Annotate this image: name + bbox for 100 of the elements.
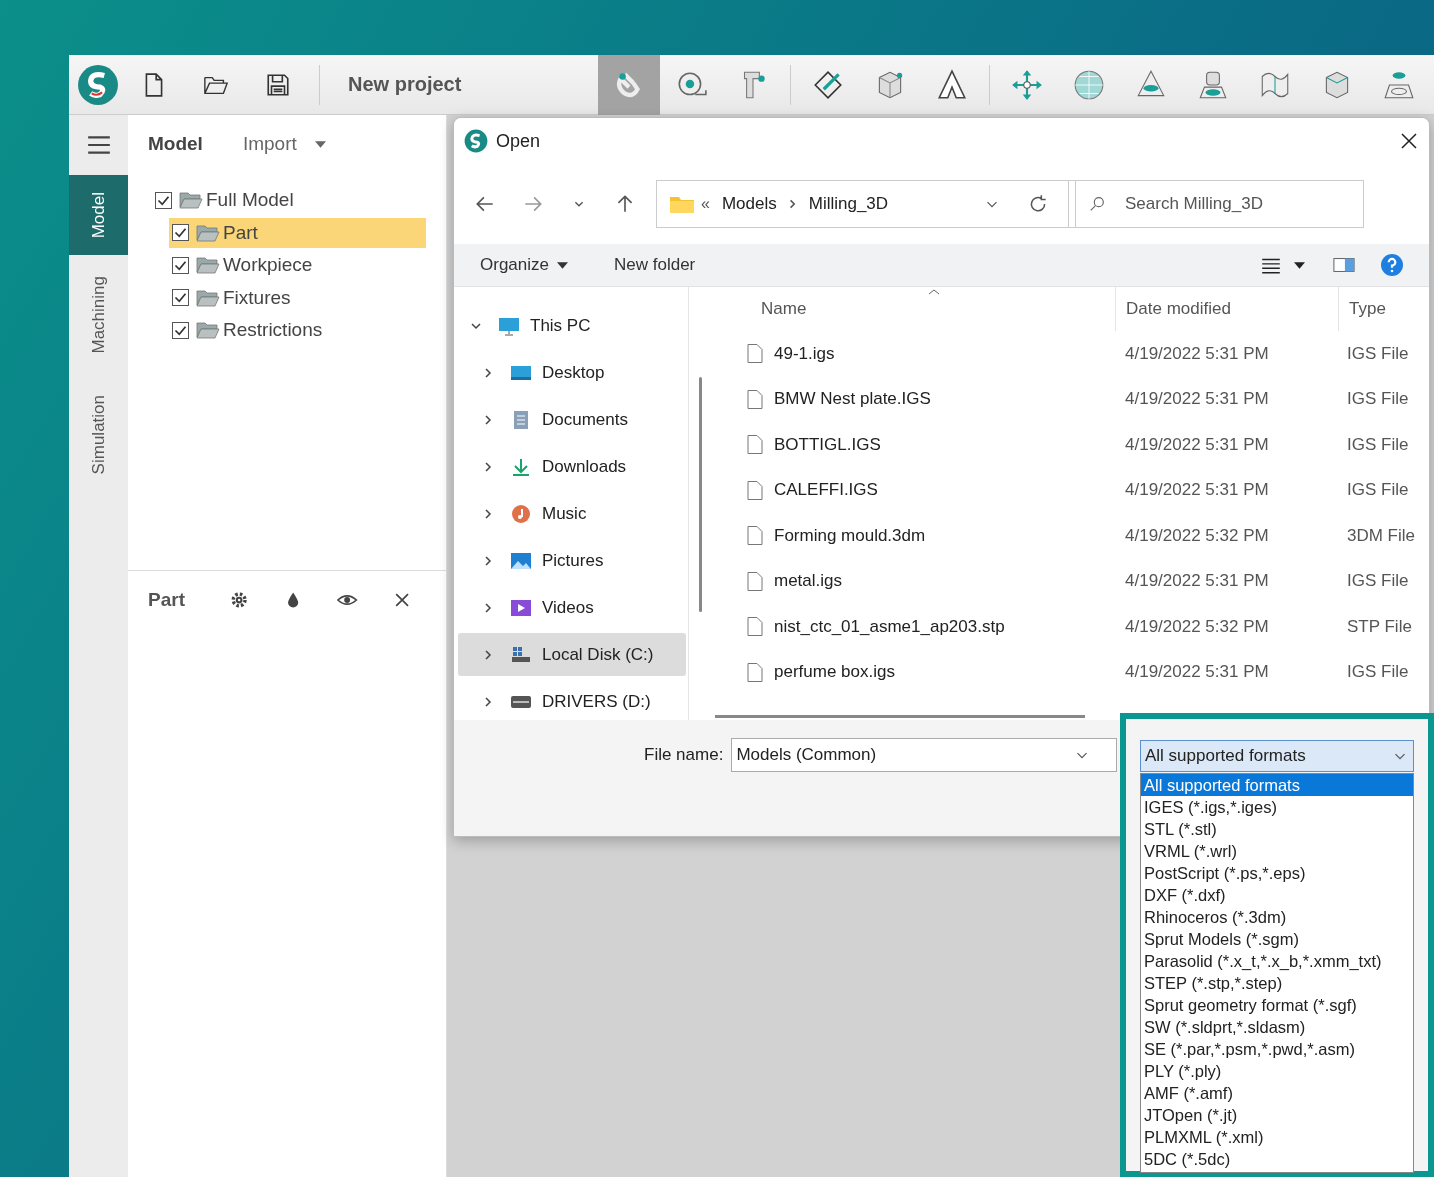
breadcrumb-item[interactable]: Models [721,194,777,214]
chevron-right-icon[interactable] [482,366,494,379]
nav-item[interactable]: Videos [458,586,686,629]
file-name[interactable]: nist_ctc_01_asme1_ap203.stp [774,616,1005,637]
side-tab[interactable]: Model [69,175,128,255]
chevron-right-icon[interactable] [482,695,494,708]
panel-tab[interactable]: Model [148,133,203,155]
scrollbar[interactable] [699,377,702,612]
nav-item[interactable]: Pictures [458,539,686,582]
checkbox[interactable] [172,224,189,241]
folder-icon [196,256,220,274]
file-icon [747,570,763,592]
format-option[interactable]: VRML (*.wrl) [1141,840,1413,862]
format-option[interactable]: SW (*.sldprt,*.sldasm) [1141,1016,1413,1038]
dropdown-caret-icon[interactable] [1294,261,1305,269]
checkbox[interactable] [172,321,189,339]
file-name[interactable]: perfume box.igs [774,662,895,683]
checkbox[interactable] [155,191,172,209]
format-option[interactable]: AMF (*.amf) [1141,1082,1413,1104]
project-title: New project [348,73,463,96]
format-option[interactable]: PLY (*.ply) [1141,1060,1413,1082]
file-type: IGS File [1346,343,1410,364]
format-option[interactable]: PLMXML (*.xml) [1141,1126,1413,1148]
breadcrumb-item[interactable]: Milling_3D [808,194,889,214]
help-icon[interactable] [1381,254,1403,276]
format-option[interactable]: Sprut Models (*.sgm) [1141,928,1413,950]
file-name-label: File name: [644,745,724,765]
nav-item[interactable]: Local Disk (C:) [458,633,686,676]
format-option[interactable]: Rhinoceros (*.3dm) [1141,906,1413,928]
file-date: 4/19/2022 5:31 PM [1124,343,1270,364]
scrollbar[interactable] [715,715,1085,718]
format-option[interactable]: STL (*.stl) [1141,818,1413,840]
command-button[interactable]: Organize [480,255,568,275]
file-date: 4/19/2022 5:31 PM [1124,571,1270,592]
format-option[interactable]: SE (*.par,*.psm,*.pwd,*.asm) [1141,1038,1413,1060]
overflow-chevron[interactable]: « [701,195,710,213]
sort-caret-icon [928,289,940,295]
caret-icon [557,261,568,269]
tree-item[interactable]: Restrictions [169,315,446,345]
tree-item[interactable]: Fixtures [169,282,446,313]
tree-item[interactable]: Workpiece [169,250,446,280]
close-icon[interactable] [1399,131,1419,151]
file-icon [747,343,763,365]
logo-icon [77,63,119,106]
column-header[interactable]: Type [1338,287,1429,331]
format-option[interactable]: STEP (*.stp,*.step) [1141,972,1413,994]
file-type: IGS File [1346,389,1410,410]
chevron-right-icon[interactable] [482,648,494,661]
file-name[interactable]: BOTTIGL.IGS [774,434,881,455]
side-tab[interactable]: Simulation [69,375,128,495]
side-tab[interactable]: Machining [69,255,128,375]
file-date: 4/19/2022 5:31 PM [1124,662,1270,683]
address-bar[interactable]: « Models Milling_3D [656,180,1076,228]
downloads-icon [510,456,532,477]
nav-item[interactable]: Desktop [458,351,686,394]
nav-item[interactable]: Documents [458,398,686,441]
format-option[interactable]: Parasolid (*.x_t,*.x_b,*.xmm_txt) [1141,950,1413,972]
format-option[interactable]: All supported formats [1141,774,1413,796]
file-date: 4/19/2022 5:31 PM [1124,389,1270,410]
chevron-right-icon[interactable] [482,413,494,426]
folder-icon [669,194,695,214]
save-icon[interactable] [265,71,291,98]
panel-tab[interactable]: Import [242,133,297,155]
tree-item[interactable]: Full Model [152,185,446,215]
disk-icon [510,644,532,665]
file-type: 3DM File [1346,525,1416,546]
column-header[interactable]: Date modified [1115,287,1338,331]
tree-item[interactable]: Part [169,217,426,248]
chevron-right-icon[interactable] [482,460,494,473]
file-name[interactable]: BMW Nest plate.IGS [774,389,931,410]
search-icon [1088,195,1106,213]
chevron-right-icon[interactable] [482,601,494,614]
format-option[interactable]: Sprut geometry format (*.sgf) [1141,994,1413,1016]
file-name[interactable]: CALEFFI.IGS [774,480,878,501]
checkbox[interactable] [172,256,189,274]
format-option[interactable]: IGES (*.igs,*.iges) [1141,796,1413,818]
file-name[interactable]: Forming mould.3dm [774,525,926,546]
format-option[interactable]: JTOpen (*.jt) [1141,1104,1413,1126]
checkbox[interactable] [172,289,189,306]
file-type-dropdown[interactable]: All supported formats [1140,740,1414,772]
file-icon [747,525,763,547]
file-name[interactable]: 49-1.igs [774,343,835,364]
file-date: 4/19/2022 5:31 PM [1124,480,1270,501]
chevron-right-icon[interactable] [482,507,494,520]
file-name-field[interactable]: Models (Common) [731,738,1118,772]
file-icon [747,434,763,456]
file-name[interactable]: metal.igs [774,571,843,592]
format-option[interactable]: 5DC (*.5dc) [1141,1148,1413,1170]
format-option[interactable]: PostScript (*.ps,*.eps) [1141,862,1413,884]
format-option[interactable]: DXF (*.dxf) [1141,884,1413,906]
search-field[interactable]: Search Milling_3D [1068,180,1364,228]
column-header[interactable]: Name [717,299,1115,319]
nav-item[interactable]: Downloads [458,445,686,488]
nav-item[interactable]: This PC [458,304,686,347]
properties-title: Part [148,589,185,611]
nav-item[interactable]: Music [458,492,686,535]
file-icon [747,479,763,501]
nav-item[interactable]: DRIVERS (D:) [458,680,686,723]
chevron-right-icon[interactable] [482,554,494,567]
command-button[interactable]: New folder [614,255,696,275]
